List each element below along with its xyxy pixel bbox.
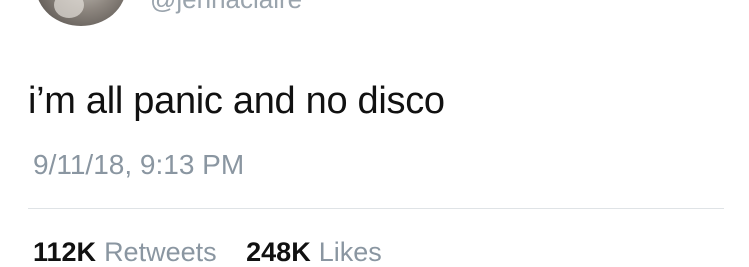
- divider: [28, 208, 724, 209]
- user-handle[interactable]: @jennaclaire: [150, 0, 302, 12]
- likes-stat[interactable]: 248K Likes: [246, 237, 404, 267]
- likes-count: 248K: [246, 237, 311, 267]
- engagement-stats: 112K Retweets 248K Likes: [33, 237, 404, 267]
- tweet-timestamp: 9/11/18, 9:13 PM: [33, 149, 245, 180]
- tweet-text: i’m all panic and no disco: [28, 80, 445, 122]
- retweets-stat[interactable]: 112K Retweets: [33, 237, 246, 267]
- retweets-count: 112K: [33, 237, 97, 267]
- avatar[interactable]: [36, 0, 126, 26]
- likes-label: Likes: [318, 237, 382, 267]
- retweets-label: Retweets: [104, 237, 217, 267]
